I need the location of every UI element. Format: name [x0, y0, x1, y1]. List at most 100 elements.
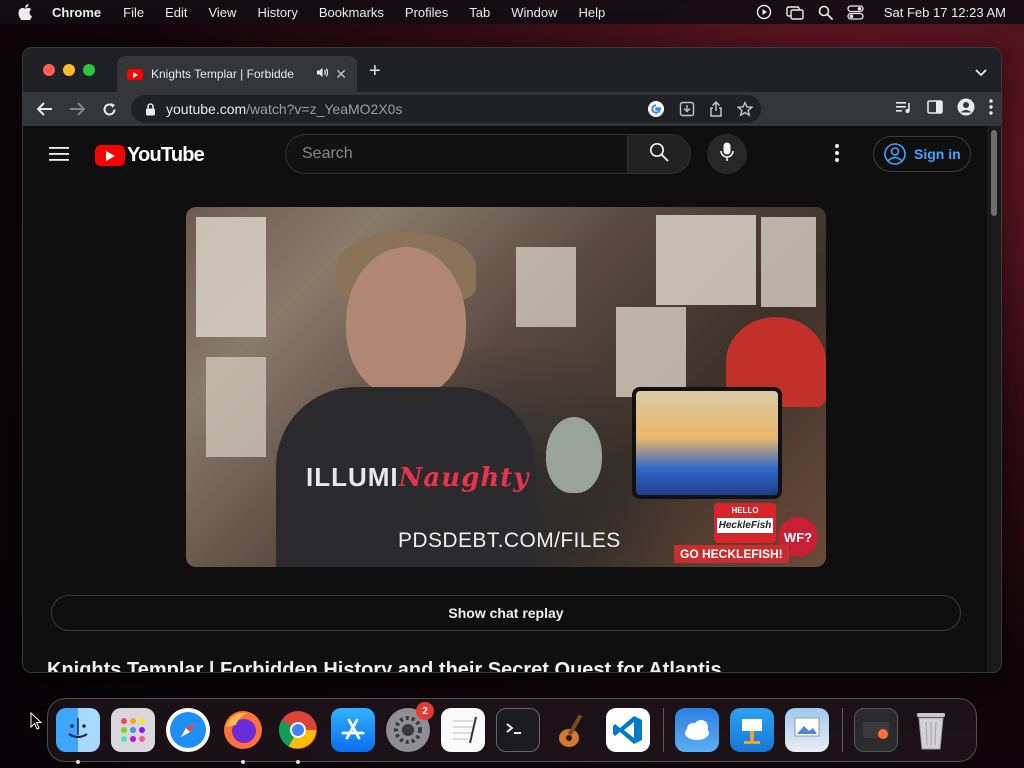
page-scrollbar[interactable]	[987, 126, 1001, 672]
new-tab-button[interactable]: +	[369, 60, 381, 83]
sign-in-label: Sign in	[914, 146, 961, 162]
chrome-window: Knights Templar | Forbidde ✕ + youtube.c…	[22, 47, 1002, 673]
tab-audio-icon[interactable]	[316, 67, 329, 81]
safari-icon[interactable]	[166, 708, 210, 752]
menu-bar: Chrome File Edit View History Bookmarks …	[0, 0, 1024, 24]
video-player[interactable]: ILLUMINaughty HELLO HeckleFish WF? GO HE…	[186, 207, 826, 567]
browser-toolbar: youtube.com/watch?v=z_YeaMO2X0s	[23, 92, 1001, 126]
menu-bookmarks[interactable]: Bookmarks	[319, 5, 384, 20]
spotlight-search-icon[interactable]	[818, 5, 833, 20]
wall-poster	[616, 307, 686, 397]
tab-strip: Knights Templar | Forbidde ✕ +	[23, 48, 1001, 92]
keynote-icon[interactable]	[730, 708, 774, 752]
search-icon	[649, 142, 669, 167]
bookmark-star-icon[interactable]	[736, 100, 754, 120]
chat-replay-label: Show chat replay	[448, 605, 564, 621]
vscode-icon[interactable]	[606, 708, 650, 752]
show-chat-replay-button[interactable]: Show chat replay	[51, 595, 961, 631]
shirt-print: ILLUMINaughty	[306, 462, 529, 493]
shirt-text-right: Naughty	[398, 463, 530, 493]
sticker-hello-text: HELLO	[731, 506, 759, 515]
microphone-icon	[720, 142, 734, 167]
textedit-icon[interactable]	[441, 708, 485, 752]
menu-help[interactable]: Help	[579, 5, 606, 20]
garageband-icon[interactable]	[551, 708, 595, 752]
back-button[interactable]	[29, 93, 61, 125]
play-circle-icon[interactable]	[756, 4, 772, 20]
menu-history[interactable]: History	[257, 5, 297, 20]
zoom-window-button[interactable]	[83, 64, 95, 76]
apple-icon[interactable]	[18, 4, 36, 20]
settings-notification-badge: 2	[416, 702, 434, 720]
preview-icon[interactable]	[785, 708, 829, 752]
menu-clock[interactable]: Sat Feb 17 12:23 AM	[884, 5, 1006, 20]
settings-kebab-icon[interactable]	[835, 144, 839, 167]
search-button[interactable]	[627, 134, 691, 174]
youtube-play-logo-icon	[95, 145, 125, 166]
trash-icon[interactable]	[909, 708, 953, 752]
wall-poster	[761, 217, 816, 307]
search-input[interactable]: Search	[285, 134, 629, 174]
youtube-favicon-icon	[127, 68, 143, 80]
scrollbar-thumb[interactable]	[991, 130, 997, 216]
menu-window[interactable]: Window	[511, 5, 557, 20]
voice-search-button[interactable]	[707, 134, 747, 174]
wall-poster	[196, 217, 266, 337]
firefox-icon[interactable]	[221, 708, 265, 764]
side-panel-icon[interactable]	[927, 99, 943, 119]
tab-youtube[interactable]: Knights Templar | Forbidde ✕	[117, 56, 357, 92]
running-indicator	[76, 760, 80, 764]
terminal-icon[interactable]	[496, 708, 540, 752]
omnibox-actions	[647, 100, 754, 121]
youtube-logo[interactable]: YouTube	[95, 144, 205, 167]
screen-mirroring-icon[interactable]	[786, 4, 804, 20]
menu-view[interactable]: View	[208, 5, 236, 20]
wall-poster	[516, 247, 576, 327]
profile-avatar-icon[interactable]	[957, 98, 975, 121]
google-lens-icon[interactable]	[647, 100, 665, 121]
media-controls-icon[interactable]	[895, 100, 913, 119]
tab-close-icon[interactable]: ✕	[335, 66, 347, 83]
running-indicator	[241, 760, 245, 764]
running-indicator	[296, 760, 300, 764]
weather-icon[interactable]	[675, 708, 719, 752]
menu-extras: Sat Feb 17 12:23 AM	[756, 0, 1006, 24]
video-caption: PDSDEBT.COM/FILES	[398, 529, 621, 552]
shirt-text-left: ILLUMI	[306, 462, 399, 492]
alien-figure-shape	[546, 417, 602, 493]
mouse-pointer-icon	[30, 711, 43, 735]
control-center-icon[interactable]	[847, 4, 864, 20]
toolbar-right-actions	[895, 92, 993, 126]
close-window-button[interactable]	[43, 64, 55, 76]
app-store-icon[interactable]	[331, 708, 375, 752]
install-app-icon[interactable]	[679, 101, 695, 120]
fishbowl-monitor-shape	[632, 387, 782, 499]
downloads-stack-icon[interactable]	[854, 708, 898, 752]
menu-edit[interactable]: Edit	[165, 5, 187, 20]
guide-menu-icon[interactable]	[49, 146, 69, 167]
minimize-window-button[interactable]	[63, 64, 75, 76]
reload-button[interactable]	[93, 93, 125, 125]
menu-profiles[interactable]: Profiles	[405, 5, 448, 20]
launchpad-icon[interactable]	[111, 708, 155, 752]
search-placeholder: Search	[302, 145, 353, 162]
forward-button[interactable]	[61, 93, 93, 125]
address-bar[interactable]: youtube.com/watch?v=z_YeaMO2X0s	[131, 95, 761, 123]
chrome-menu-icon[interactable]	[989, 98, 993, 120]
youtube-header: YouTube Search Sign in	[23, 126, 989, 182]
share-icon[interactable]	[709, 100, 723, 120]
system-settings-icon[interactable]: 2	[386, 702, 434, 752]
menu-app-name[interactable]: Chrome	[52, 5, 101, 20]
finder-icon[interactable]	[56, 708, 100, 764]
tab-search-chevron-icon[interactable]	[975, 64, 987, 82]
site-info-icon[interactable]	[145, 102, 156, 116]
chrome-icon[interactable]	[276, 708, 320, 764]
menu-tab[interactable]: Tab	[469, 5, 490, 20]
wall-poster	[206, 357, 266, 457]
sign-in-button[interactable]: Sign in	[873, 136, 971, 172]
dock-separator	[663, 708, 664, 752]
account-circle-icon	[884, 143, 906, 165]
menu-file[interactable]: File	[123, 5, 144, 20]
dock-separator	[842, 708, 843, 752]
sticker-name-text: HeckleFish	[717, 518, 773, 533]
